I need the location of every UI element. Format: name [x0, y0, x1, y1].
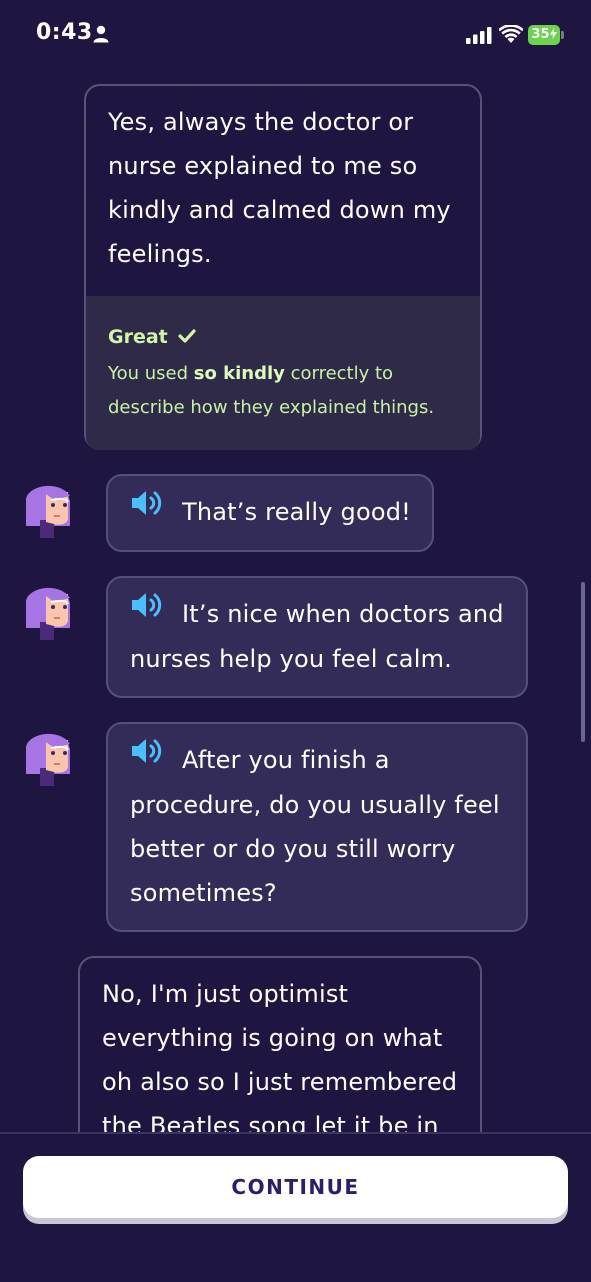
person-icon [93, 25, 109, 47]
bot-message-text: It’s nice when doctors and nurses help y… [130, 600, 504, 673]
user-message-text: No, I'm just optimist everything is goin… [102, 980, 458, 1132]
feedback-highlight: so kindly [193, 363, 285, 384]
bot-message-text: After you finish a procedure, do you usu… [130, 746, 500, 907]
tutor-avatar [20, 726, 76, 786]
cellular-signal-icon [466, 27, 492, 48]
bot-message-text: That’s really good! [182, 498, 411, 526]
check-icon [174, 326, 196, 348]
user-message: Yes, always the doctor or nurse explaine… [84, 84, 482, 450]
feedback-panel: Great You used so kindly correctly to de… [86, 296, 480, 450]
speaker-icon[interactable] [130, 488, 166, 532]
status-bar: 0:43 35 [0, 0, 591, 70]
status-time: 0:43 [36, 20, 93, 45]
footer: CONTINUE [0, 1132, 591, 1282]
user-message-text: Yes, always the doctor or nurse explaine… [108, 108, 451, 268]
chat-transcript[interactable]: Yes, always the doctor or nurse explaine… [0, 70, 591, 1132]
continue-button[interactable]: CONTINUE [23, 1156, 568, 1218]
tutor-avatar [20, 478, 76, 538]
bot-message: It’s nice when doctors and nurses help y… [106, 576, 528, 698]
wifi-icon [498, 24, 524, 48]
speaker-icon[interactable] [130, 590, 166, 634]
tutor-avatar [20, 580, 76, 640]
bot-message: That’s really good! [106, 474, 434, 552]
battery-indicator: 35 [528, 25, 564, 45]
feedback-text: You used so kindly correctly to describe… [108, 363, 435, 418]
bot-message: After you finish a procedure, do you usu… [106, 722, 528, 932]
speaker-icon[interactable] [130, 736, 166, 780]
battery-level: 35 [531, 27, 550, 42]
scrollbar[interactable] [581, 582, 585, 742]
feedback-title: Great [108, 317, 458, 357]
user-message: No, I'm just optimist everything is goin… [78, 956, 482, 1132]
